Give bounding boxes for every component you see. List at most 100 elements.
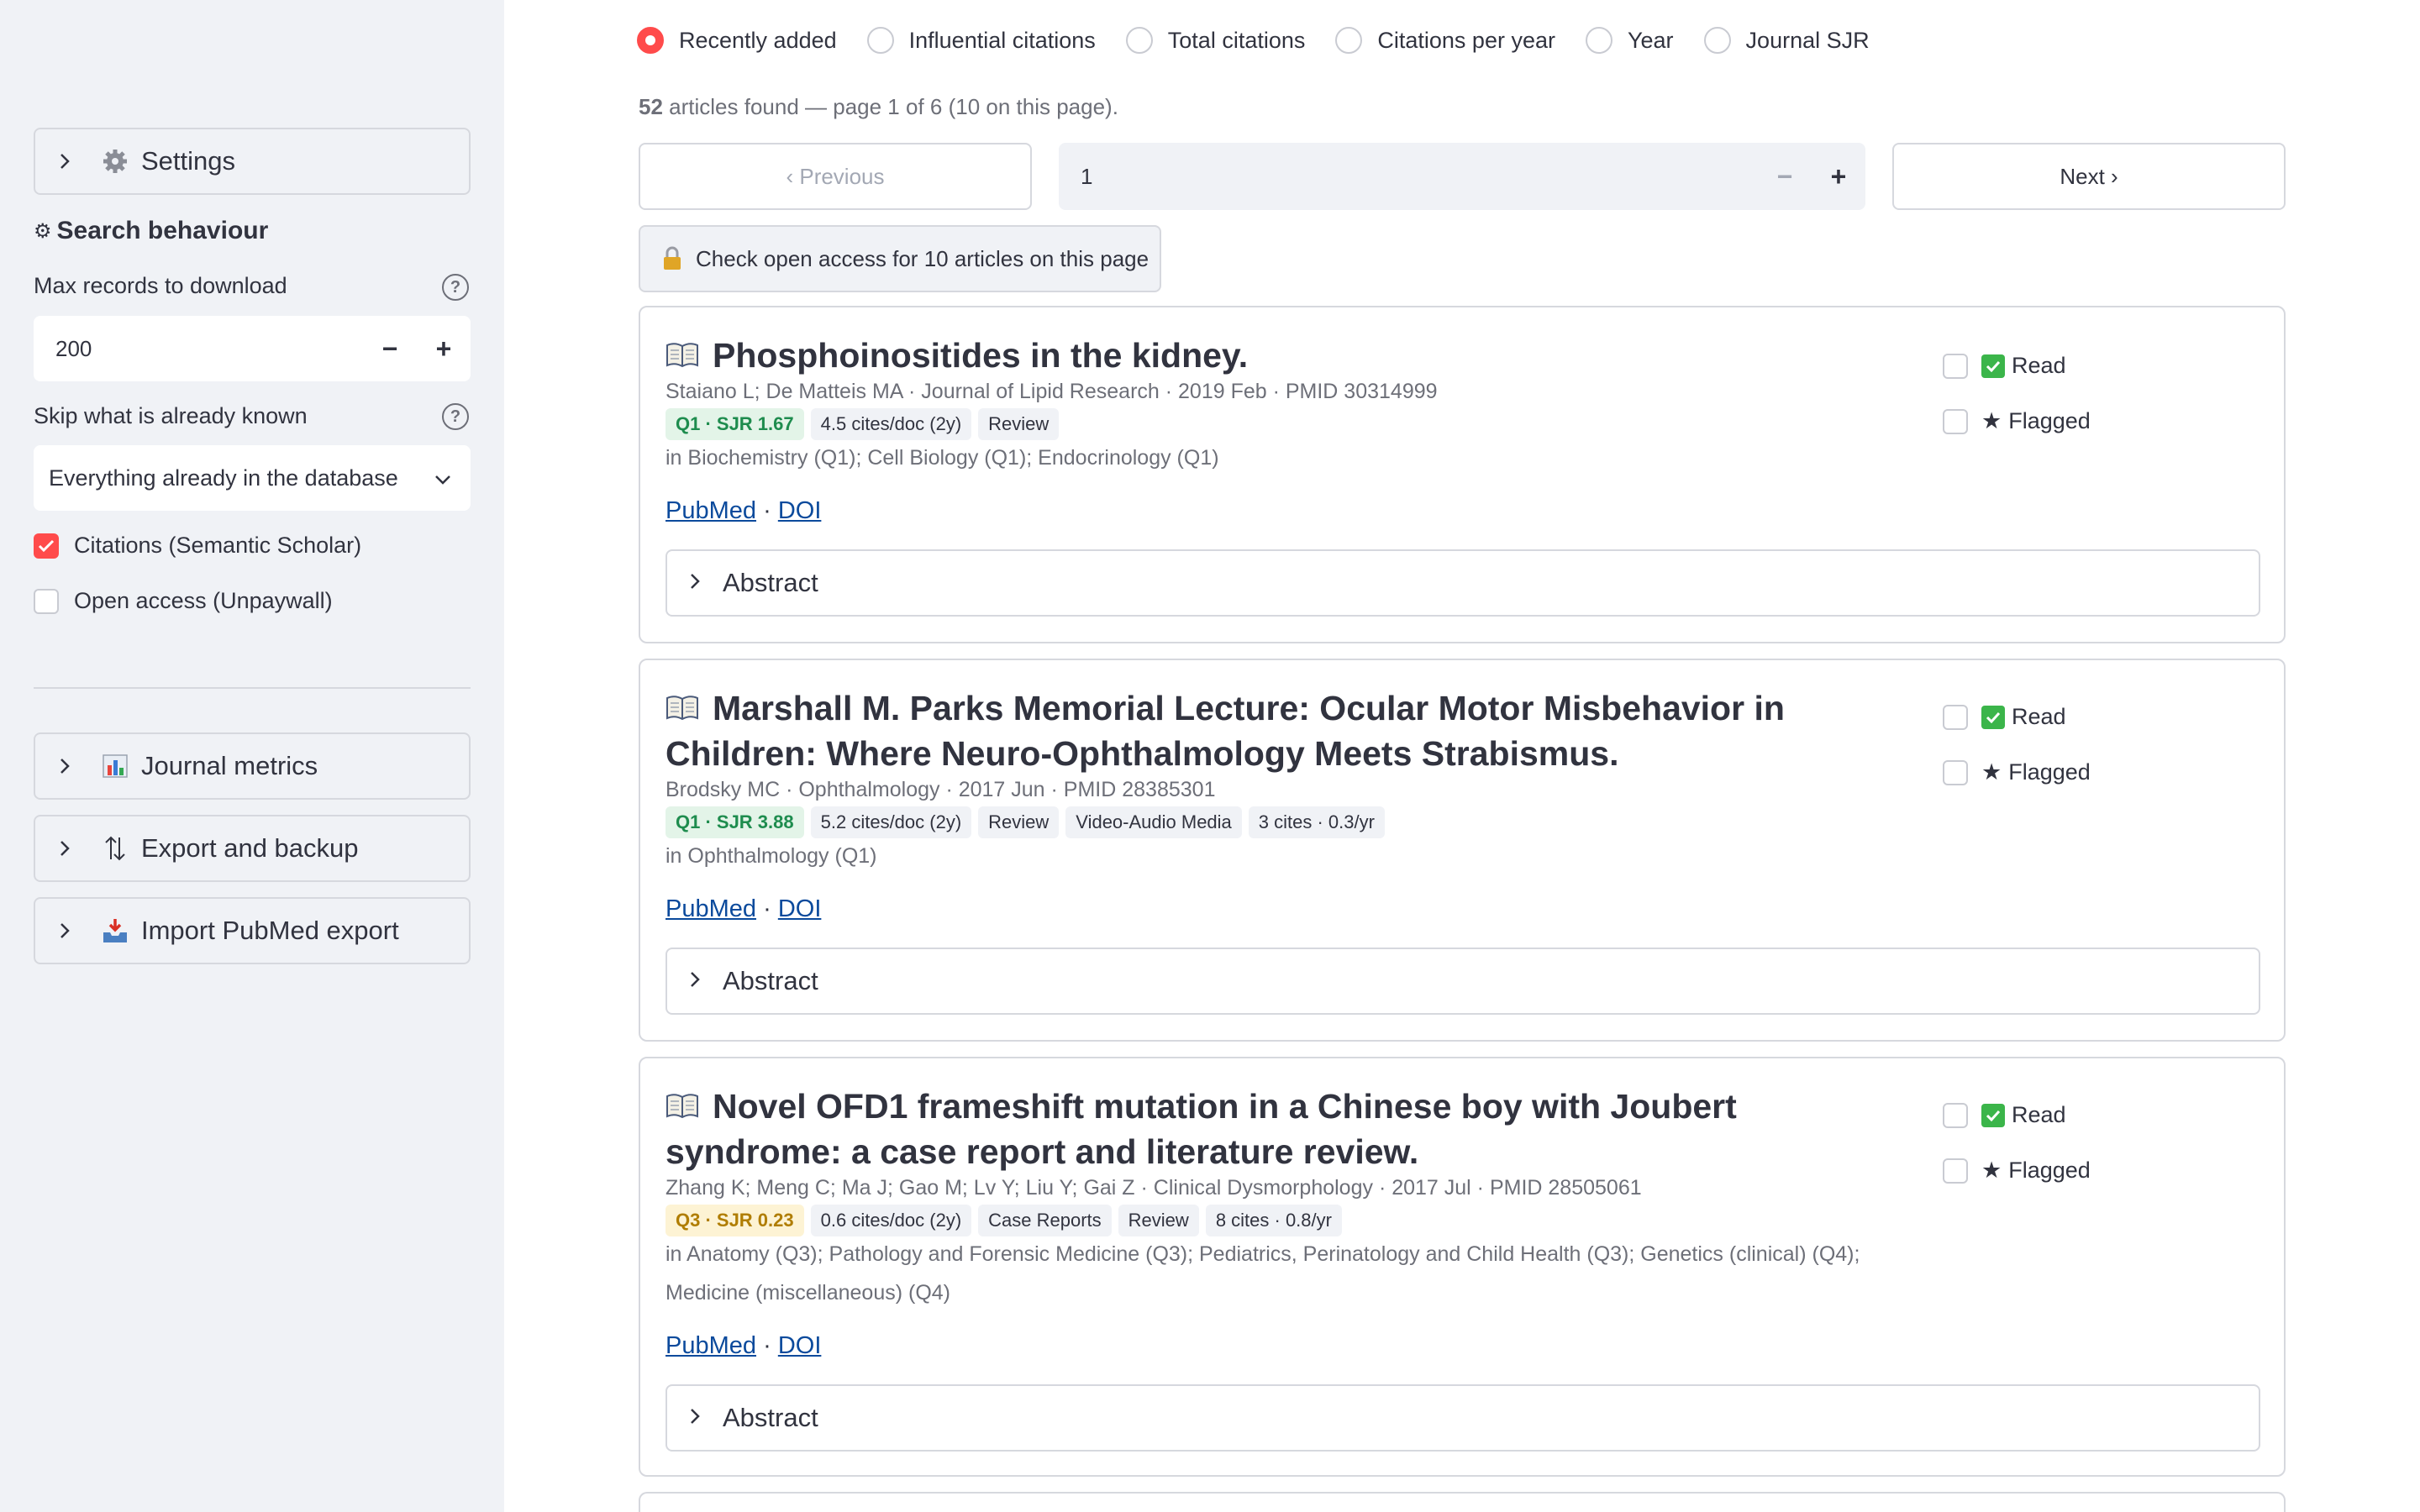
radio-unselected-icon[interactable] (1125, 27, 1153, 54)
article-links: PubMed · DOI (666, 1332, 821, 1360)
chevron-down-icon (434, 465, 452, 491)
citations-checkbox[interactable]: Citations (Semantic Scholar) (34, 533, 361, 559)
citation-count-badge: 8 cites · 0.8/yr (1205, 1205, 1342, 1236)
sort-option-year[interactable]: Year (1585, 27, 1674, 54)
article-categories: in Biochemistry (Q1); Cell Biology (Q1);… (666, 446, 1219, 470)
article-meta: Staiano L; De Matteis MA · Journal of Li… (666, 380, 1438, 403)
chevron-right-icon (59, 757, 77, 775)
increment-button[interactable]: + (1812, 143, 1865, 210)
checkbox-unchecked-icon[interactable] (1943, 408, 1968, 434)
check-mark-icon (1981, 354, 2005, 378)
open-book-icon (666, 687, 702, 721)
doi-link[interactable]: DOI (778, 895, 822, 922)
next-page-button[interactable]: Next › (1892, 143, 2286, 210)
sort-option-citations-per-year[interactable]: Citations per year (1335, 27, 1555, 54)
checkbox-unchecked-icon[interactable] (1943, 704, 1968, 730)
flagged-label: Flagged (2008, 1158, 2091, 1183)
radio-unselected-icon[interactable] (866, 27, 894, 54)
cites-per-doc-badge: 0.6 cites/doc (2y) (810, 1205, 972, 1236)
settings-expander[interactable]: Settings (34, 128, 471, 195)
article-categories: in Anatomy (Q3); Pathology and Forensic … (666, 1242, 1860, 1305)
search-behaviour-heading: ⚙ Search behaviour (34, 217, 268, 245)
abstract-expander[interactable]: Abstract (666, 948, 2260, 1015)
export-backup-expander[interactable]: Export and backup (34, 815, 471, 882)
inbox-tray-icon (99, 916, 131, 945)
checkbox-unchecked-icon[interactable] (1943, 1102, 1968, 1128)
radio-unselected-icon[interactable] (1585, 27, 1612, 54)
settings-expander-label: Settings (141, 146, 236, 176)
abstract-label: Abstract (723, 568, 818, 597)
checkbox-checked-icon[interactable] (34, 533, 59, 559)
previous-page-button[interactable]: ‹ Previous (639, 143, 1032, 210)
read-checkbox[interactable]: Read (1943, 1102, 2066, 1128)
article-card: Novel OFD1 frameshift mutation in a Chin… (639, 1057, 2286, 1477)
help-icon[interactable]: ? (442, 403, 469, 430)
article-card (639, 1492, 2286, 1512)
article-badges: Q1 · SJR 1.67 4.5 cites/doc (2y) Review (666, 408, 1065, 440)
checkbox-unchecked-icon[interactable] (1943, 759, 1968, 785)
checkbox-unchecked-icon[interactable] (1943, 1158, 1968, 1184)
radio-selected-icon[interactable] (637, 27, 664, 54)
radio-unselected-icon[interactable] (1335, 27, 1363, 54)
sort-option-total-citations[interactable]: Total citations (1125, 27, 1305, 54)
pubmed-link[interactable]: PubMed (666, 497, 756, 524)
doi-link[interactable]: DOI (778, 1332, 822, 1359)
abstract-expander[interactable]: Abstract (666, 549, 2260, 617)
article-title[interactable]: Phosphoinositides in the kidney. (666, 333, 1876, 378)
read-checkbox[interactable]: Read (1943, 704, 2066, 730)
skip-known-value: Everything already in the database (49, 465, 398, 491)
bar-chart-icon (99, 752, 131, 780)
check-mark-icon (1981, 1103, 2005, 1127)
skip-known-select[interactable]: Everything already in the database (34, 445, 471, 511)
open-access-checkbox[interactable]: Open access (Unpaywall) (34, 588, 333, 614)
flagged-label: Flagged (2008, 408, 2091, 433)
flagged-checkbox[interactable]: ★ Flagged (1943, 408, 2091, 434)
link-separator: · (763, 895, 771, 922)
check-mark-icon (1981, 705, 2005, 729)
sort-option-recently-added[interactable]: Recently added (637, 27, 837, 54)
citations-checkbox-label: Citations (Semantic Scholar) (74, 533, 362, 558)
flagged-checkbox[interactable]: ★ Flagged (1943, 759, 2091, 785)
star-icon: ★ (1981, 759, 2002, 785)
sort-option-label: Influential citations (908, 27, 1096, 53)
pub-type-badge: Review (978, 806, 1060, 838)
sort-option-influential-citations[interactable]: Influential citations (866, 27, 1096, 54)
article-card: Marshall M. Parks Memorial Lecture: Ocul… (639, 659, 2286, 1042)
article-links: PubMed · DOI (666, 497, 821, 525)
decrement-button[interactable]: − (1758, 143, 1812, 210)
page-number-input[interactable]: 1 − + (1059, 143, 1865, 210)
article-title[interactable]: Novel OFD1 frameshift mutation in a Chin… (666, 1084, 1876, 1174)
checkbox-unchecked-icon[interactable] (1943, 353, 1968, 379)
check-open-access-button[interactable]: Check open access for 10 articles on thi… (639, 225, 1161, 292)
increment-button[interactable]: + (417, 316, 471, 381)
cites-per-doc-badge: 5.2 cites/doc (2y) (810, 806, 972, 838)
article-title[interactable]: Marshall M. Parks Memorial Lecture: Ocul… (666, 685, 1876, 776)
lock-icon (662, 246, 682, 271)
max-records-input[interactable]: 200 − + (34, 316, 471, 381)
doi-link[interactable]: DOI (778, 497, 822, 524)
sort-radio-group: Recently added Influential citations Tot… (637, 24, 1900, 57)
abstract-label: Abstract (723, 1403, 818, 1432)
flagged-label: Flagged (2008, 759, 2091, 785)
link-separator: · (763, 1332, 771, 1359)
radio-unselected-icon[interactable] (1703, 27, 1731, 54)
sjr-quartile-badge: Q1 · SJR 3.88 (666, 806, 804, 838)
flagged-checkbox[interactable]: ★ Flagged (1943, 1158, 2091, 1184)
journal-metrics-expander[interactable]: Journal metrics (34, 732, 471, 800)
checkbox-unchecked-icon[interactable] (34, 588, 59, 614)
import-pubmed-expander[interactable]: Import PubMed export (34, 897, 471, 964)
sort-option-journal-sjr[interactable]: Journal SJR (1703, 27, 1870, 54)
up-down-arrows-icon (99, 834, 131, 863)
help-icon[interactable]: ? (442, 274, 469, 301)
article-meta: Brodsky MC · Ophthalmology · 2017 Jun · … (666, 778, 1216, 801)
sort-option-label: Citations per year (1377, 27, 1555, 53)
abstract-expander[interactable]: Abstract (666, 1384, 2260, 1452)
article-links: PubMed · DOI (666, 895, 821, 923)
pubmed-link[interactable]: PubMed (666, 895, 756, 922)
article-badges: Q3 · SJR 0.23 0.6 cites/doc (2y) Case Re… (666, 1205, 1349, 1236)
pubmed-link[interactable]: PubMed (666, 1332, 756, 1359)
read-label: Read (2012, 1102, 2066, 1127)
decrement-button[interactable]: − (363, 316, 417, 381)
read-checkbox[interactable]: Read (1943, 353, 2066, 379)
article-badges: Q1 · SJR 3.88 5.2 cites/doc (2y) Review … (666, 806, 1392, 838)
